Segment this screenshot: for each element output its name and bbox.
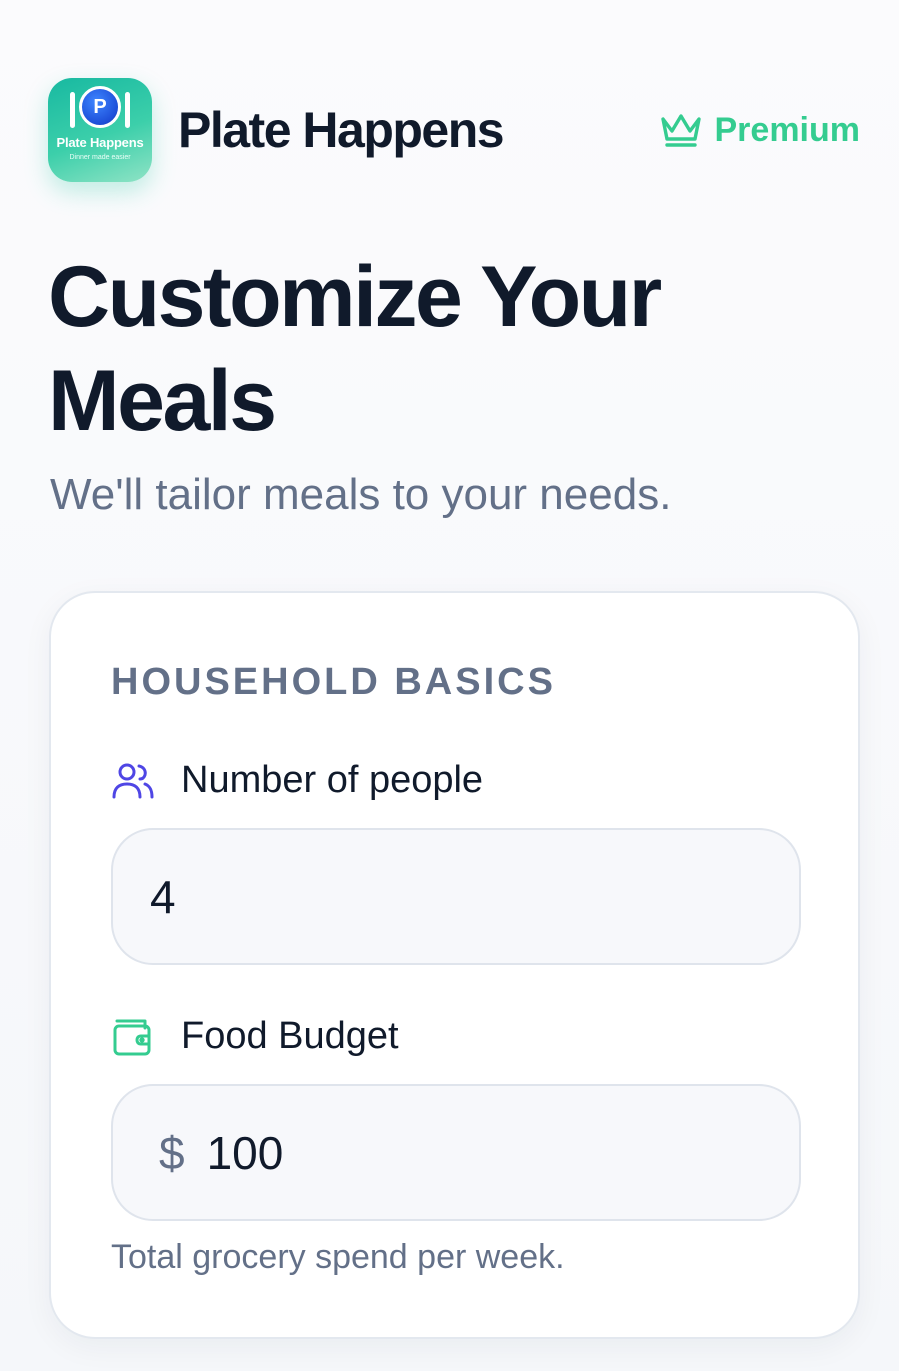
page-subtitle: We'll tailor meals to your needs. [50,470,672,519]
knife-icon [125,92,130,128]
users-icon [111,761,155,801]
logo-tagline: Dinner made easier [69,154,131,161]
premium-button[interactable]: Premium [659,110,861,150]
people-label: Number of people [111,759,483,802]
people-label-text: Number of people [181,759,484,801]
logo-title: Plate Happens [56,135,144,150]
household-basics-card: HOUSEHOLD BASICS Number of people 4 Food… [49,591,860,1339]
crown-icon [659,111,703,149]
brand-name: Plate Happens [178,102,505,158]
budget-helper-text: Total grocery spend per week. [111,1238,565,1276]
app-header: P Plate Happens Dinner made easier Plate… [48,78,860,182]
premium-label: Premium [714,110,861,149]
budget-label: Food Budget [111,1015,399,1058]
app-logo: P Plate Happens Dinner made easier [48,78,152,182]
plate-badge: P [79,86,121,128]
currency-symbol: $ [159,1126,185,1179]
people-input[interactable] [113,830,799,963]
page: P Plate Happens Dinner made easier Plate… [0,0,899,1371]
fork-icon [70,92,75,128]
budget-label-text: Food Budget [181,1015,399,1057]
wallet-icon [111,1017,155,1057]
section-heading: HOUSEHOLD BASICS [111,661,556,703]
budget-input[interactable] [184,1086,799,1219]
page-title: Customize Your Meals [48,249,662,449]
budget-input-wrapper: $ [111,1084,801,1221]
people-input-wrapper [111,828,801,965]
